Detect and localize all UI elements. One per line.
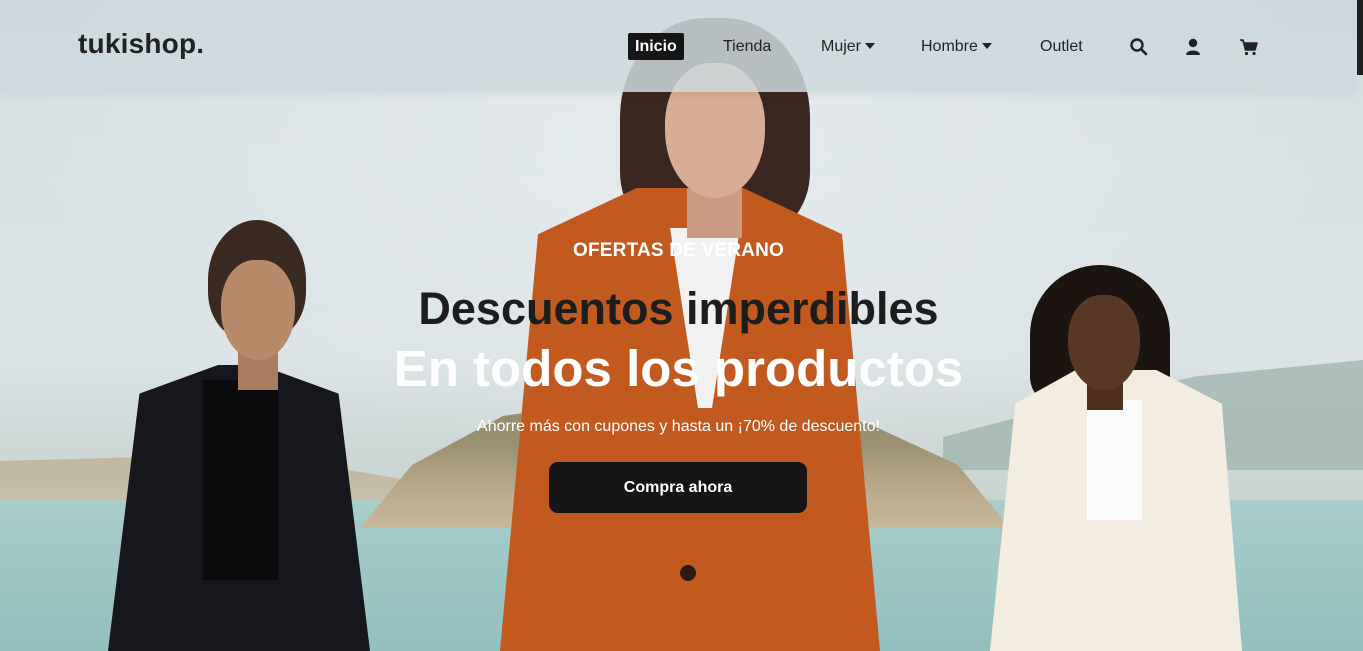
scrollbar-thumb[interactable] <box>1357 0 1363 75</box>
site-header: tukishop. Tienda Inicio Mujer Hombre Out… <box>0 0 1357 92</box>
site-logo[interactable]: tukishop. <box>78 28 204 60</box>
hero-kicker: OFERTAS DE VERANO <box>572 240 784 261</box>
hero-subheadline: En todos los productos <box>393 340 964 397</box>
cart-icon[interactable] <box>1239 37 1259 57</box>
search-icon[interactable] <box>1129 37 1149 57</box>
nav-hombre-label: Hombre <box>921 38 978 55</box>
hero-description: Ahorre más con cupones y hasta un ¡70% d… <box>477 418 880 435</box>
caret-down-icon <box>981 42 992 49</box>
nav-mujer-label: Mujer <box>821 38 862 55</box>
shop-now-button[interactable]: Compra ahora <box>549 462 807 513</box>
user-icon[interactable] <box>1183 37 1203 57</box>
nav-tienda[interactable]: Tienda <box>723 33 771 60</box>
nav-mujer[interactable]: Mujer <box>821 33 876 60</box>
nav-inicio[interactable]: Inicio <box>628 33 684 60</box>
hero-headline: Descuentos imperdibles <box>418 283 939 334</box>
nav-hombre[interactable]: Hombre <box>921 33 992 60</box>
nav-outlet[interactable]: Outlet <box>1040 33 1083 60</box>
caret-down-icon <box>865 42 876 49</box>
